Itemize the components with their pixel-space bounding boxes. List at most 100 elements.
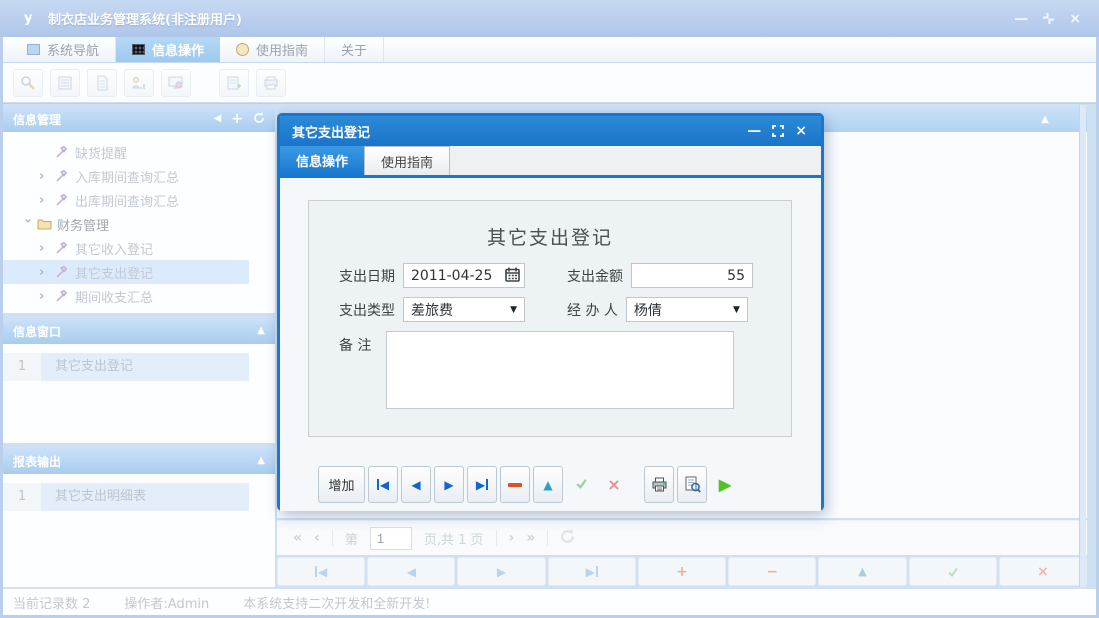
add-panel-icon[interactable]: + (231, 114, 243, 124)
new-record-button[interactable] (219, 69, 249, 97)
remark-textarea[interactable] (386, 331, 734, 409)
tab-about[interactable]: 关于 (325, 37, 384, 62)
run-button[interactable]: ▶ (710, 466, 740, 503)
edit-record-button[interactable]: ▲ (818, 557, 906, 586)
folder-icon (37, 218, 55, 230)
tab-info-operation[interactable]: 信息操作 (116, 37, 220, 62)
collapse-left-icon[interactable]: ◀ (214, 114, 222, 124)
panel-report-output-header: 报表输出 ▲ (3, 448, 275, 474)
collapse-up-icon[interactable]: ▲ (257, 326, 265, 336)
cross-icon: × (607, 475, 620, 494)
prev-record-button[interactable]: ◀ (367, 557, 455, 586)
report-tool-icon (55, 266, 73, 279)
chevron-right-icon[interactable]: › (39, 170, 55, 183)
dropdown-arrow-icon: ▼ (510, 305, 517, 315)
title-bar: y 制衣店业务管理系统(非注册用户) — × (0, 0, 1099, 37)
report-tool-icon (55, 194, 73, 207)
dialog-tab-info-operation[interactable]: 信息操作 (280, 146, 364, 175)
expense-type-select[interactable]: 差旅费 ▼ (403, 297, 525, 322)
delete-button[interactable] (500, 466, 530, 503)
tab-system-nav[interactable]: 系统导航 (11, 37, 116, 62)
first-page-icon[interactable]: « (293, 530, 302, 546)
tree-item-inbound-summary[interactable]: › 入库期间查询汇总 (3, 164, 275, 188)
calendar-icon[interactable] (505, 267, 520, 286)
close-icon[interactable]: × (1069, 12, 1081, 26)
delete-record-button[interactable]: − (728, 557, 816, 586)
chevron-right-icon[interactable]: › (39, 290, 55, 303)
last-record-button[interactable]: ▶ (467, 466, 497, 503)
dialog-title: 其它支出登记 (292, 122, 370, 141)
chevron-down-icon[interactable]: › (21, 218, 34, 231)
chevron-right-icon[interactable]: › (39, 194, 55, 207)
tree-item-other-expense[interactable]: › 其它支出登记 (3, 260, 249, 284)
separator (496, 530, 497, 546)
tree-item-period-summary[interactable]: › 期间收支汇总 (3, 284, 275, 308)
form-view-button[interactable] (50, 69, 80, 97)
minimize-icon[interactable]: — (1014, 12, 1028, 26)
expense-amount-input[interactable] (631, 263, 753, 288)
dialog-close-icon[interactable]: × (795, 124, 807, 138)
dialog-tab-user-guide[interactable]: 使用指南 (364, 146, 450, 175)
edit-button[interactable]: ▲ (533, 466, 563, 503)
add-icon: + (676, 564, 688, 580)
document-button[interactable] (87, 69, 117, 97)
next-record-button[interactable]: ▶ (434, 466, 464, 503)
dialog-minimize-icon[interactable]: — (747, 124, 761, 138)
last-page-icon[interactable]: » (526, 530, 535, 546)
app-window: y 制衣店业务管理系统(非注册用户) — × 系统导航 信息操作 使用指南 关于 (0, 0, 1099, 618)
user-report-button[interactable] (124, 69, 154, 97)
printer-icon (263, 75, 279, 91)
add-button[interactable]: 增加 (318, 466, 365, 503)
add-record-button[interactable]: + (638, 557, 726, 586)
refresh-icon[interactable] (253, 112, 265, 127)
sidebar: 信息管理 ◀ + 缺货提醒 › (3, 104, 275, 588)
prev-record-button[interactable]: ◀ (401, 466, 431, 503)
chevron-right-icon[interactable]: › (39, 242, 55, 255)
document-icon (94, 75, 110, 91)
cross-icon: × (1037, 564, 1049, 580)
save-button[interactable] (566, 466, 596, 503)
first-record-button[interactable]: ◀ (277, 557, 365, 586)
handler-select[interactable]: 杨倩 ▼ (626, 297, 748, 322)
page-number-input[interactable] (370, 527, 412, 550)
edit-icon: ▲ (543, 478, 552, 492)
first-record-icon: ◀ (377, 478, 389, 492)
refresh-icon[interactable] (560, 529, 575, 548)
main-tab-bar: 系统导航 信息操作 使用指南 关于 (3, 37, 1096, 63)
expense-form: 其它支出登记 支出日期 支出金额 支出类型 (308, 200, 792, 437)
collapse-up-icon[interactable]: ▲ (1041, 114, 1049, 125)
next-record-icon: ▶ (444, 478, 453, 492)
tree-item-outbound-summary[interactable]: › 出库期间查询汇总 (3, 188, 275, 212)
vertical-scrollbar[interactable] (1079, 105, 1086, 587)
tree-item-finance-folder[interactable]: › 财务管理 (3, 212, 275, 236)
cancel-button[interactable]: × (599, 466, 629, 503)
report-tool-icon (55, 290, 73, 303)
dialog-maximize-icon[interactable] (772, 125, 784, 137)
first-record-button[interactable]: ◀ (368, 466, 398, 503)
monitor-button[interactable] (161, 69, 191, 97)
next-page-icon[interactable]: › (509, 530, 515, 546)
last-record-button[interactable]: ▶ (548, 557, 636, 586)
info-window-row[interactable]: 1 其它支出登记 (3, 353, 275, 381)
last-record-icon: ▶ (586, 565, 598, 579)
report-output-row[interactable]: 1 其它支出明细表 (3, 483, 275, 511)
first-record-icon: ◀ (315, 565, 327, 579)
tree-item-other-income[interactable]: › 其它收入登记 (3, 236, 275, 260)
collapse-up-icon[interactable]: ▲ (257, 456, 265, 466)
print-button[interactable] (644, 466, 674, 503)
restore-icon[interactable] (1042, 12, 1055, 25)
search-button[interactable] (13, 69, 43, 97)
prev-page-icon[interactable]: ‹ (314, 530, 320, 546)
dialog-title-bar[interactable]: 其它支出登记 — × (280, 116, 821, 146)
preview-button[interactable] (677, 466, 707, 503)
search-icon (20, 75, 36, 91)
next-record-button[interactable]: ▶ (457, 557, 545, 586)
print-button[interactable] (256, 69, 286, 97)
tab-user-guide[interactable]: 使用指南 (220, 37, 325, 62)
tree-item-stock-alert[interactable]: 缺货提醒 (3, 140, 275, 164)
amount-label: 支出金额 (567, 266, 623, 286)
cancel-record-button[interactable]: × (999, 557, 1087, 586)
chevron-right-icon[interactable]: › (39, 266, 55, 279)
type-label: 支出类型 (339, 300, 395, 320)
save-record-button[interactable] (909, 557, 997, 586)
